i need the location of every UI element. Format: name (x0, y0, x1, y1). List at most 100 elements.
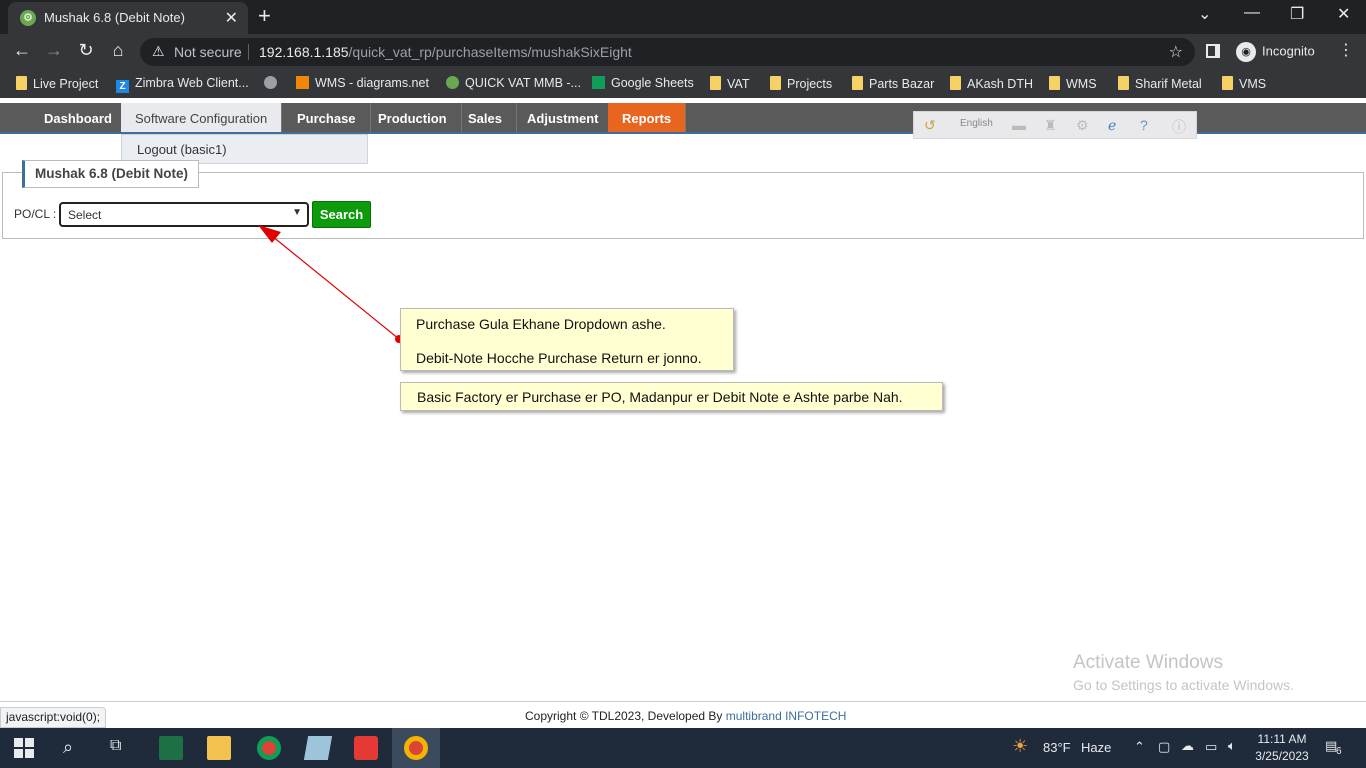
bookmark-projects[interactable]: Projects (770, 76, 832, 91)
minimize-icon[interactable]: — (1244, 4, 1260, 22)
bookmark-parts-bazar[interactable]: Parts Bazar (852, 76, 934, 91)
bookmark-vat[interactable]: VAT (710, 76, 749, 91)
ie-icon[interactable]: ℯ (1108, 117, 1116, 134)
bookmark-label: QUICK VAT MMB -... (465, 76, 581, 90)
bookmark-wms-diagrams[interactable]: WMS - diagrams.net (296, 76, 429, 90)
bookmark-akash-dth[interactable]: AKash DTH (950, 76, 1033, 91)
back-icon[interactable]: ← (10, 40, 34, 61)
clock-time[interactable]: 11:11 AM (1254, 732, 1310, 746)
folder-icon (1222, 76, 1233, 90)
keyboard-icon[interactable]: ▬ (1012, 117, 1026, 133)
search-icon[interactable]: ⌕ (63, 737, 73, 758)
nav-software-configuration[interactable]: Software Configuration (121, 103, 283, 134)
close-window-icon[interactable]: ✕ (1337, 4, 1350, 24)
incognito-indicator[interactable]: ◉ Incognito (1236, 42, 1315, 62)
chess-icon[interactable]: ♜ (1044, 117, 1057, 134)
reload-icon[interactable]: ↻ (74, 40, 98, 61)
bookmark-label: VMS (1239, 77, 1267, 91)
network-icon[interactable]: ▭ (1205, 739, 1217, 755)
nav-reports[interactable]: Reports (608, 103, 687, 134)
url-text[interactable]: 192.168.1.185/quick_vat_rp/purchaseItems… (259, 44, 632, 60)
logout-menu-item[interactable]: Logout (basic1) (137, 142, 227, 157)
nav-sales[interactable]: Sales (454, 103, 517, 134)
bookmark-label: WMS - diagrams.net (315, 76, 429, 90)
bookmark-live-project[interactable]: Live Project (16, 76, 98, 91)
note-line-1: Purchase Gula Ekhane Dropdown ashe. (416, 316, 666, 332)
folder-icon (950, 76, 961, 90)
bookmark-star-icon[interactable]: ☆ (1169, 42, 1183, 62)
activate-windows-subtitle: Go to Settings to activate Windows. (1073, 677, 1294, 693)
annotation-note-2: Basic Factory er Purchase er PO, Madanpu… (400, 382, 943, 411)
note-text: Basic Factory er Purchase er PO, Madanpu… (417, 389, 903, 405)
page-title: Mushak 6.8 (Debit Note) (22, 160, 200, 188)
meet-icon[interactable]: ▢ (1158, 739, 1170, 755)
weather-icon[interactable]: ☀ (1012, 736, 1028, 757)
folder-icon (770, 76, 781, 90)
browser-tab[interactable]: ⚙ Mushak 6.8 (Debit Note) ✕ (8, 2, 248, 34)
bookmark-label: Projects (787, 77, 833, 91)
file-explorer-icon[interactable] (207, 736, 231, 760)
note-line-2: Debit-Note Hocche Purchase Return er jon… (416, 350, 702, 366)
nav-purchase[interactable]: Purchase (283, 103, 371, 134)
info-icon[interactable]: ⓘ (1172, 117, 1186, 137)
weather-desc[interactable]: Haze (1081, 740, 1111, 755)
bookmarks-bar: Live Project Z Zimbra Web Client... WMS -… (0, 70, 1366, 98)
bookmark-label: Google Sheets (611, 76, 694, 90)
bookmark-wms[interactable]: WMS (1049, 76, 1097, 91)
nav-dashboard[interactable]: Dashboard (30, 103, 127, 134)
app-icon[interactable] (303, 736, 333, 760)
gear-icon: ⚙ (20, 10, 36, 26)
address-bar[interactable]: ⚠ Not secure 192.168.1.185/quick_vat_rp/… (140, 38, 1195, 66)
bookmark-sharif-metal[interactable]: Sharif Metal (1118, 76, 1202, 91)
bookmark-label: Zimbra Web Client... (135, 76, 249, 90)
new-tab-button[interactable]: + (258, 3, 271, 29)
arrow-line (271, 235, 400, 340)
po-select[interactable]: Select ▼ (59, 202, 309, 227)
chevron-up-icon[interactable]: ⌃ (1134, 739, 1145, 755)
clock-date[interactable]: 3/25/2023 (1254, 749, 1310, 763)
incognito-label: Incognito (1262, 43, 1315, 59)
restore-icon[interactable]: ❐ (1290, 4, 1304, 24)
close-tab-icon[interactable]: ✕ (225, 8, 238, 28)
bookmark-globe[interactable] (264, 76, 283, 90)
home-icon[interactable]: ⌂ (106, 40, 130, 61)
bookmark-label: VAT (727, 77, 750, 91)
folder-icon (1118, 76, 1129, 90)
bookmark-zimbra[interactable]: Z Zimbra Web Client... (116, 76, 249, 93)
nav-production[interactable]: Production (364, 103, 462, 134)
developer-link[interactable]: multibrand INFOTECH (726, 709, 847, 723)
chrome-icon[interactable] (404, 736, 428, 760)
tab-title: Mushak 6.8 (Debit Note) (44, 10, 185, 25)
help-icon[interactable]: ? (1140, 117, 1148, 133)
chevron-down-icon[interactable]: ⌄ (1198, 4, 1211, 24)
activate-windows-title: Activate Windows (1073, 652, 1223, 673)
anydesk-icon[interactable] (354, 736, 378, 760)
globe-icon (264, 76, 277, 89)
drawio-icon (296, 76, 309, 89)
task-view-icon[interactable]: ⧉ (110, 737, 121, 755)
volume-icon[interactable]: 🔈︎ (1228, 738, 1236, 754)
chrome-icon[interactable] (257, 736, 281, 760)
settings-icon[interactable]: ⚙ (1076, 117, 1089, 134)
windows-start-icon[interactable] (14, 736, 38, 760)
excel-icon[interactable] (159, 736, 183, 760)
warning-icon[interactable]: ⚠ (152, 43, 165, 60)
side-panel-icon[interactable] (1206, 44, 1220, 58)
page-footer: Copyright © TDL2023, Developed By multib… (0, 701, 1366, 728)
weather-temp[interactable]: 83°F (1043, 740, 1071, 755)
search-button[interactable]: Search (312, 201, 371, 228)
language-select[interactable]: English (960, 118, 993, 129)
forward-icon[interactable]: → (42, 40, 66, 61)
menu-icon[interactable]: ⋮ (1338, 40, 1354, 60)
status-bar-url: javascript:void(0); (0, 707, 107, 728)
translate-icon[interactable]: ↺ (924, 117, 936, 134)
folder-icon (1049, 76, 1060, 90)
nav-adjustment[interactable]: Adjustment (513, 103, 614, 134)
po-label: PO/CL : (14, 207, 57, 221)
bookmark-label: Parts Bazar (869, 77, 935, 91)
bookmark-quick-vat[interactable]: QUICK VAT MMB -... (446, 76, 581, 90)
bookmark-google-sheets[interactable]: Google Sheets (592, 76, 694, 90)
cloud-icon[interactable]: ☁ (1181, 738, 1194, 754)
bookmark-vms[interactable]: VMS (1222, 76, 1266, 91)
sheets-icon (592, 76, 605, 89)
